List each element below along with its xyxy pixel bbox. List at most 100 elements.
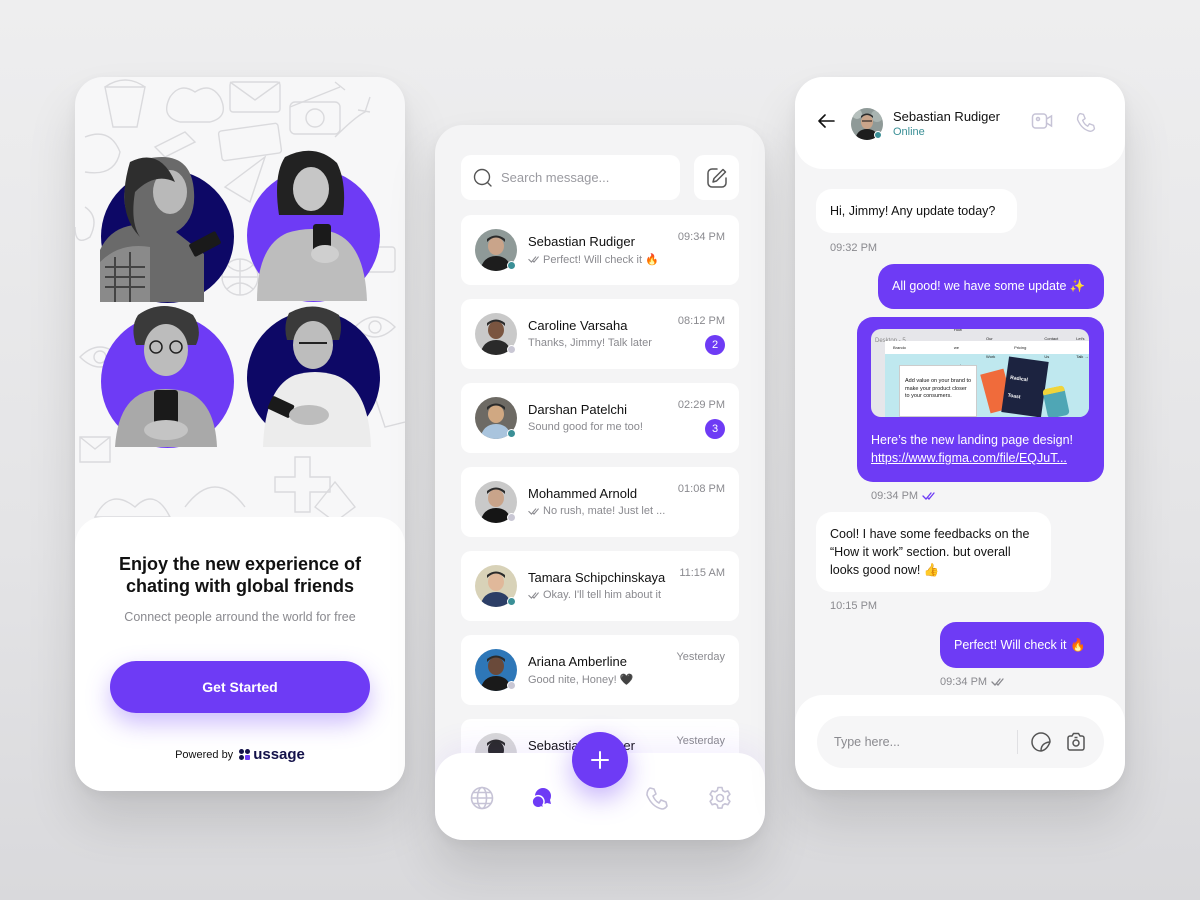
photo-man-1 — [100, 305, 235, 448]
search-bar[interactable] — [461, 155, 680, 200]
new-chat-button[interactable] — [572, 732, 628, 788]
gear-icon — [709, 786, 731, 809]
contact-status: Online — [893, 126, 925, 138]
nav-chats[interactable] — [531, 785, 558, 811]
design-preview-attachment[interactable]: Desktop - 5 Brando How we work Our Work … — [871, 329, 1089, 417]
contact-name: Ariana Amberline — [528, 654, 627, 669]
globe-icon — [470, 786, 494, 810]
message-time: 01:08 PM — [677, 483, 725, 495]
plus-icon — [591, 751, 609, 769]
contact-name: Tamara Schipchinskaya — [528, 570, 666, 585]
composer-field[interactable] — [817, 716, 1104, 768]
message-time: 09:34 PM — [677, 231, 725, 243]
person-silhouette — [257, 150, 367, 301]
message-time: Yesterday — [676, 651, 725, 663]
person-silhouette — [100, 157, 221, 302]
sticker-button[interactable] — [1030, 731, 1052, 758]
chat-list-item[interactable]: Tamara Schipchinskaya Okay. I'll tell hi… — [461, 551, 739, 621]
compose-button[interactable] — [694, 155, 739, 200]
double-check-icon — [991, 678, 1004, 686]
offline-status-dot — [507, 513, 516, 522]
contact-name: Darshan Patelchi — [528, 402, 627, 417]
phone-icon — [646, 787, 668, 810]
voice-call-button[interactable] — [1075, 111, 1097, 138]
search-input[interactable] — [501, 170, 661, 185]
preview-nav-item: Contact Us — [1044, 335, 1059, 359]
message-time: Yesterday — [676, 735, 725, 747]
contact-name: Sebastian Rudiger — [893, 109, 1000, 124]
person-silhouette — [263, 306, 371, 447]
sticker-icon — [1031, 732, 1051, 752]
conversation-screen: Sebastian Rudiger Online Hi, Jimmy! Any … — [795, 77, 1125, 790]
message-preview: No rush, mate! Just let ... — [528, 505, 665, 517]
preview-text: Perfect! Will check it 🔥 — [543, 254, 659, 266]
message-outgoing: All good! we have some update ✨ — [878, 264, 1104, 309]
nav-calls[interactable] — [644, 785, 670, 811]
composer-divider — [1017, 730, 1018, 754]
online-status-dot — [874, 131, 882, 139]
preview-product-name: Radical Toast — [1007, 374, 1029, 401]
brand-logo: ussage — [239, 746, 305, 763]
message-time: 02:29 PM — [677, 399, 725, 411]
message-preview: Okay. I'll tell him about it — [528, 589, 661, 601]
chat-list-item[interactable]: Ariana Amberline Good nite, Honey! 🖤 Yes… — [461, 635, 739, 705]
preview-nav-item: Pricing — [1014, 344, 1027, 350]
phone-icon — [1076, 112, 1096, 132]
video-call-button[interactable] — [1031, 111, 1053, 136]
preview-text: Good nite, Honey! 🖤 — [528, 674, 634, 686]
message-incoming: Cool! I have some feedbacks on the “How … — [816, 512, 1051, 592]
get-started-button[interactable]: Get Started — [110, 661, 370, 713]
photo-woman-2 — [247, 149, 382, 302]
chat-list-item[interactable]: Mohammed Arnold No rush, mate! Just let … — [461, 467, 739, 537]
preview-canvas: Brando How we work Our Work Pricing Cont… — [885, 329, 1089, 417]
message-text: Here’s the new landing page design! — [871, 433, 1073, 447]
preview-cta: Let's Talk → — [1076, 335, 1089, 359]
person-silhouette — [115, 306, 217, 447]
nav-explore[interactable] — [469, 785, 495, 811]
preview-hero-card: Add value on your brand to make your pro… — [899, 365, 977, 417]
message-outgoing: Perfect! Will check it 🔥 — [940, 622, 1104, 668]
message-incoming: Hi, Jimmy! Any update today? — [816, 189, 1017, 233]
message-time: 09:32 PM — [830, 242, 878, 254]
chat-list: Sebastian Rudiger Perfect! Will check it… — [461, 215, 739, 803]
chat-list-item[interactable]: Caroline Varsaha Thanks, Jimmy! Talk lat… — [461, 299, 739, 369]
online-status-dot — [507, 597, 516, 606]
arrow-left-icon — [818, 114, 835, 128]
offline-status-dot — [507, 345, 516, 354]
message-time: 10:15 PM — [830, 600, 878, 612]
edit-icon — [706, 167, 727, 188]
chat-bubbles-icon — [531, 788, 552, 810]
search-icon — [473, 168, 492, 187]
camera-button[interactable] — [1065, 731, 1087, 758]
photo-woman-1 — [100, 152, 235, 303]
nav-settings[interactable] — [707, 785, 733, 811]
preview-product-cup — [1042, 385, 1070, 417]
photo-man-2 — [247, 305, 382, 447]
message-preview: Good nite, Honey! 🖤 — [528, 673, 633, 686]
offline-status-dot — [507, 681, 516, 690]
onboarding-panel: Enjoy the new experience of chating with… — [75, 517, 405, 791]
contact-name: Mohammed Arnold — [528, 486, 638, 501]
back-button[interactable] — [817, 113, 835, 134]
message-time: 08:12 PM — [677, 315, 725, 327]
double-check-icon — [528, 256, 539, 263]
message-link[interactable]: https://www.figma.com/file/EQJuT... — [871, 449, 1067, 467]
brand-mark-icon — [239, 749, 251, 760]
powered-by: Powered by ussage — [75, 746, 405, 763]
contact-name: Caroline Varsaha — [528, 318, 628, 333]
message-outgoing-with-attachment: Desktop - 5 Brando How we work Our Work … — [857, 317, 1104, 482]
message-preview: Thanks, Jimmy! Talk later — [528, 337, 652, 349]
unread-badge: 2 — [705, 335, 725, 355]
camera-icon — [1067, 732, 1085, 751]
double-check-icon — [528, 591, 539, 599]
chat-list-item[interactable]: Sebastian Rudiger Perfect! Will check it… — [461, 215, 739, 285]
message-time-row: 09:34 PM — [940, 676, 1005, 688]
preview-headline: Add value on your brand to make your pro… — [905, 378, 972, 399]
message-input[interactable] — [834, 735, 1004, 749]
contact-name: Sebastian Rudiger — [528, 234, 635, 249]
double-check-icon — [922, 492, 935, 500]
chat-list-item[interactable]: Darshan Patelchi Sound good for me too! … — [461, 383, 739, 453]
chat-list-screen: Sebastian Rudiger Perfect! Will check it… — [435, 125, 765, 840]
message-text: Perfect! Will check it 🔥 — [954, 638, 1086, 652]
preview-text: Sound good for me too! — [528, 421, 643, 433]
